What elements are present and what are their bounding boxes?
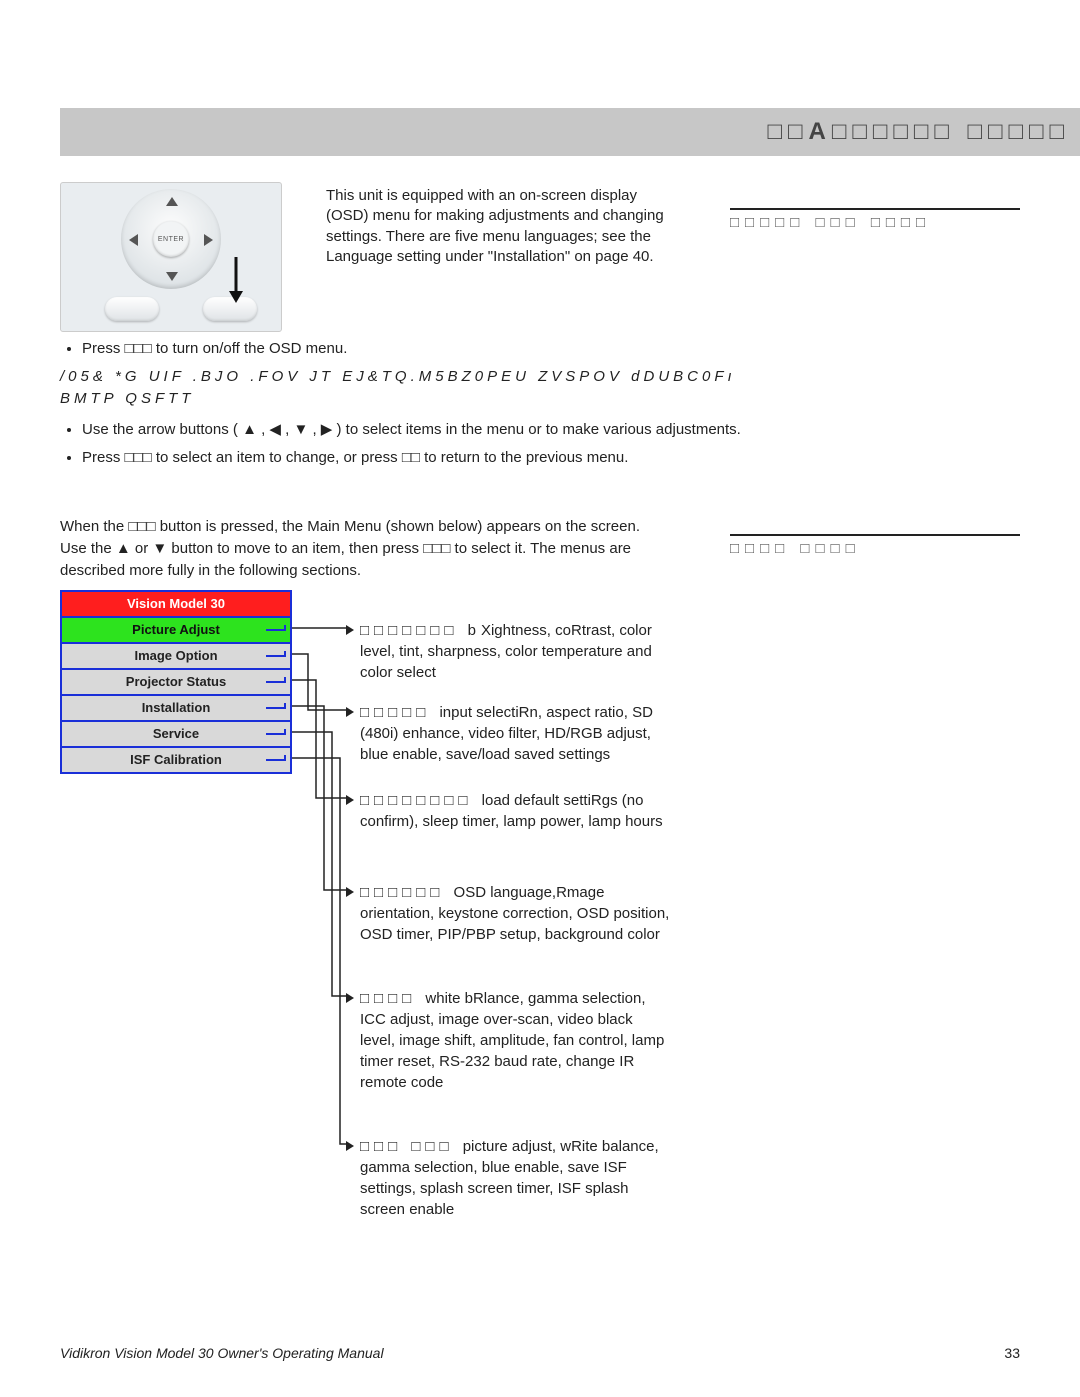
osd-item-label: ISF Calibration bbox=[130, 752, 222, 767]
osd-item-service: Service bbox=[60, 722, 292, 748]
tick-icon bbox=[266, 622, 286, 638]
enter-label: ENTER bbox=[158, 236, 184, 243]
bullet-arrow-buttons: Use the arrow buttons ( ▲ , ◀ , ▼ , ▶ ) … bbox=[82, 419, 780, 441]
page-footer: Vidikron Vision Model 30 Owner's Operati… bbox=[60, 1345, 1020, 1361]
note-line: /05& *G UIF .BJO .FOV JT EJ&TQ.M5BZ0PEU … bbox=[60, 366, 780, 410]
enter-button: ENTER bbox=[153, 221, 189, 257]
remote-illustration: ENTER bbox=[60, 182, 282, 332]
desc-installation: □□□□□□ OSD language,Rmage orientation, k… bbox=[360, 882, 670, 945]
bullet-press-menu: Press □□□ to turn on/off the OSD menu. bbox=[82, 338, 780, 360]
osd-item-image-option: Image Option bbox=[60, 644, 292, 670]
arrowhead-icon bbox=[346, 625, 354, 635]
arrowhead-icon bbox=[346, 1141, 354, 1151]
callout-arrow-icon bbox=[226, 255, 266, 315]
osd-item-label: Service bbox=[153, 726, 199, 741]
osd-title-text: Vision Model 30 bbox=[127, 596, 225, 611]
arrow-down-icon bbox=[166, 272, 178, 281]
osd-menu: Vision Model 30 Picture Adjust Image Opt… bbox=[60, 590, 292, 774]
osd-item-label: Projector Status bbox=[126, 674, 226, 689]
arrow-left-icon bbox=[129, 234, 138, 246]
section-header-text: □□A□□□□□□ □□□□□ bbox=[768, 118, 1070, 146]
desc-picture-adjust: □□□□□□□ bXightness, coRtrast, color leve… bbox=[360, 620, 670, 683]
tick-icon bbox=[266, 674, 286, 690]
tick-icon bbox=[266, 648, 286, 664]
arrowhead-icon bbox=[346, 795, 354, 805]
connector-lines bbox=[292, 590, 362, 1230]
arrowhead-icon bbox=[346, 707, 354, 717]
osd-title: Vision Model 30 bbox=[60, 590, 292, 618]
arrowhead-icon bbox=[346, 887, 354, 897]
osd-item-label: Image Option bbox=[134, 648, 217, 663]
footer-title: Vidikron Vision Model 30 Owner's Operati… bbox=[60, 1345, 384, 1361]
arrow-right-icon bbox=[204, 234, 213, 246]
desc-isf-calibration: □□□ □□□ picture adjust, wRite balance, g… bbox=[360, 1136, 670, 1220]
side-label-main-menu: □□□□ □□□□ bbox=[730, 534, 1020, 557]
osd-item-projector-status: Projector Status bbox=[60, 670, 292, 696]
desc-image-option: □□□□□ input selectiRn, aspect ratio, SD … bbox=[360, 702, 670, 765]
main-menu-paragraph: When the □□□ button is pressed, the Main… bbox=[60, 516, 670, 581]
osd-item-label: Installation bbox=[142, 700, 211, 715]
osd-item-isf-calibration: ISF Calibration bbox=[60, 748, 292, 774]
arrowhead-icon bbox=[346, 993, 354, 1003]
desc-service: □□□□ white bRlance, gamma selection, ICC… bbox=[360, 988, 670, 1093]
side-label-1-text: □□□□□ □□□ □□□□ bbox=[730, 214, 931, 231]
bullet-enter-exit: Press □□□ to select an item to change, o… bbox=[82, 447, 780, 469]
footer-page-number: 33 bbox=[1004, 1345, 1020, 1361]
intro-paragraph: This unit is equipped with an on-screen … bbox=[326, 186, 666, 267]
arrow-up-icon bbox=[166, 197, 178, 206]
osd-item-picture-adjust: Picture Adjust bbox=[60, 618, 292, 644]
desc-projector-status: □□□□□□□□ load default settiRgs (no confi… bbox=[360, 790, 670, 832]
instruction-list: Press □□□ to turn on/off the OSD menu. /… bbox=[60, 338, 780, 475]
tick-icon bbox=[266, 752, 286, 768]
remote-pill-left bbox=[105, 297, 159, 321]
tick-icon bbox=[266, 726, 286, 742]
osd-item-installation: Installation bbox=[60, 696, 292, 722]
osd-item-label: Picture Adjust bbox=[132, 622, 220, 637]
dpad: ENTER bbox=[121, 189, 221, 289]
tick-icon bbox=[266, 700, 286, 716]
section-header: □□A□□□□□□ □□□□□ bbox=[60, 108, 1080, 156]
side-label-2-text: □□□□ □□□□ bbox=[730, 540, 861, 557]
side-label-using-osd: □□□□□ □□□ □□□□ bbox=[730, 208, 1020, 231]
